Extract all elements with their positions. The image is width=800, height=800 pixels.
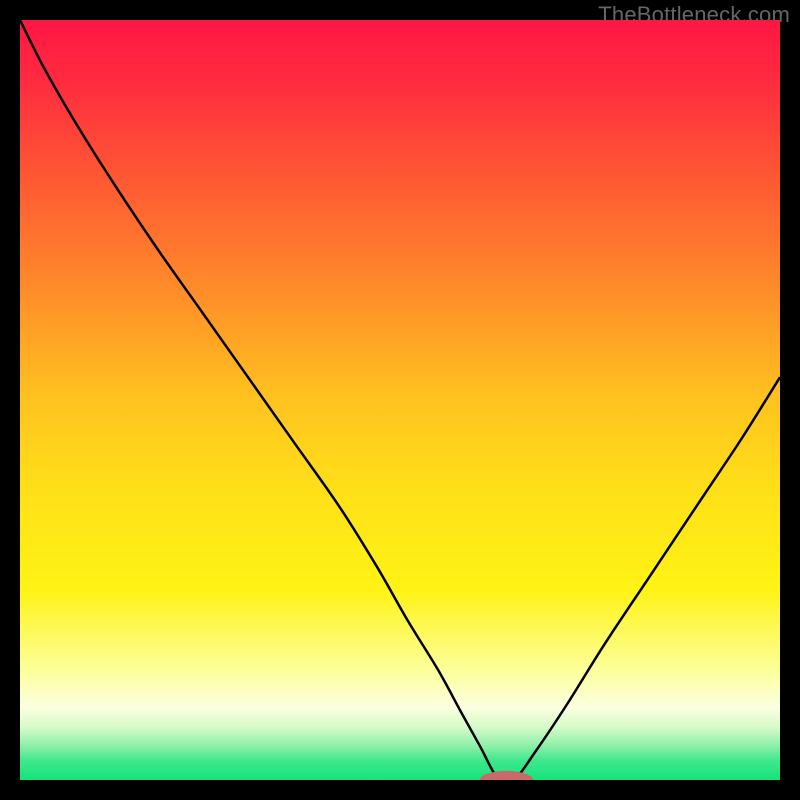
chart-container: TheBottleneck.com [0,0,800,800]
gradient-background [20,20,780,780]
bottleneck-chart [20,20,780,780]
